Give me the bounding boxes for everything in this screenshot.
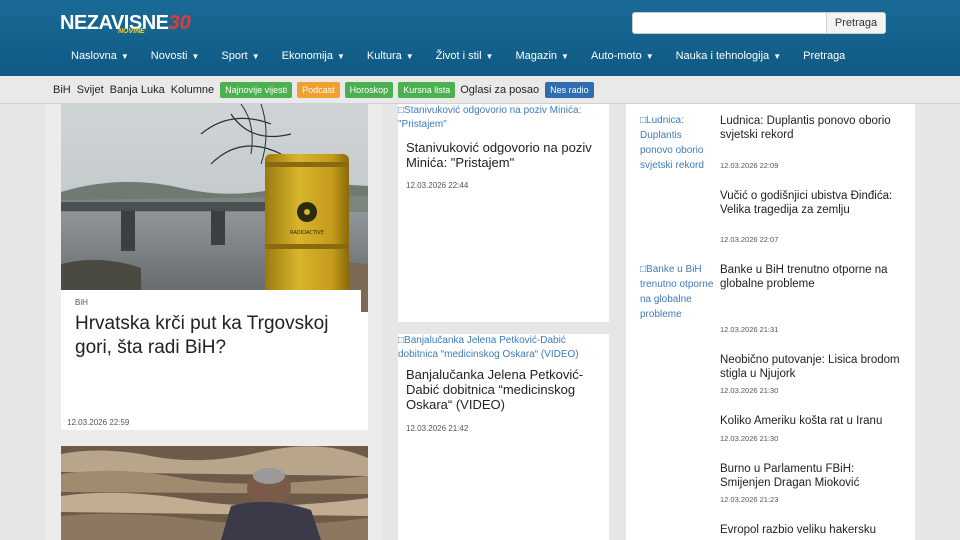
- nav-item-sport[interactable]: Sport ▼: [210, 48, 270, 64]
- nav-item-novosti[interactable]: Novosti ▼: [140, 48, 211, 64]
- nav-item-label: Kultura: [366, 50, 402, 62]
- main-nav: Naslovna ▼ Novosti ▼ Sport ▼ Ekonomija ▼ Kultura…: [60, 48, 856, 64]
- story-title[interactable]: Ludnica: Duplantis ponovo oborio svjetsk…: [720, 114, 900, 142]
- nav-item-label: Život i stil: [435, 50, 482, 62]
- story-image-alt[interactable]: □Stanivuković odgovorio na poziv Minića:…: [398, 104, 603, 132]
- featured-story-image[interactable]: RADIOACTIVE: [61, 104, 368, 312]
- nav-item-label: Nauka i tehnologija: [675, 50, 770, 62]
- story-title[interactable]: Evropol razbio veliku hakersku: [720, 523, 900, 537]
- search-form: Pretraga: [632, 12, 886, 34]
- subnav-link-kolumne[interactable]: Kolumne: [171, 80, 214, 100]
- nav-item-label: Ekonomija: [281, 50, 333, 62]
- story-time: 12.03.2026 21:42: [406, 424, 469, 433]
- nav-item-label: Naslovna: [71, 50, 117, 62]
- caret-down-icon: ▼: [773, 52, 782, 61]
- nav-item-label: Sport: [221, 50, 248, 62]
- logo-anniversary-number: 30: [168, 12, 191, 34]
- caret-down-icon: ▼: [645, 52, 654, 61]
- nav-item--ivot-i-stil[interactable]: Život i stil ▼: [425, 48, 505, 64]
- subnav-link-job-ads[interactable]: Oglasi za posao: [460, 80, 539, 100]
- story-image[interactable]: [61, 446, 368, 540]
- nav-item-label: Novosti: [150, 50, 188, 62]
- logo-subtext: NOVINE: [118, 28, 145, 35]
- subnav-badge-podcast[interactable]: Podcast: [297, 82, 340, 98]
- story-title[interactable]: Neobično putovanje: Lisica brodom stigla…: [720, 353, 900, 381]
- story-category[interactable]: BiH: [75, 298, 88, 307]
- featured-story-time: 12.03.2026 22:59: [67, 418, 130, 427]
- caret-down-icon: ▼: [191, 52, 200, 61]
- subnav-badge-kursna-lista[interactable]: Kursna lista: [398, 82, 456, 98]
- story-time: 12.03.2026 22:44: [406, 181, 469, 190]
- subnav-link-svijet[interactable]: Svijet: [77, 80, 104, 100]
- story-time: 12.03.2026 21:30: [720, 434, 779, 443]
- barrel-label: RADIOACTIVE: [290, 230, 324, 236]
- nav-item-kultura[interactable]: Kultura ▼: [356, 48, 425, 64]
- subnav-link-bih[interactable]: BiH: [53, 80, 71, 100]
- story-time: 12.03.2026 21:31: [720, 325, 779, 334]
- nav-item-ekonomija[interactable]: Ekonomija ▼: [271, 48, 356, 64]
- story-time: 12.03.2026 22:09: [720, 161, 779, 170]
- subnav-badge-najnovije-vijesti[interactable]: Najnovije vijesti: [220, 82, 293, 98]
- caret-down-icon: ▼: [561, 52, 569, 61]
- nav-item-nauka-i-tehnologija[interactable]: Nauka i tehnologija ▼: [665, 48, 793, 64]
- logo-text: NEZAVISNE: [60, 12, 169, 34]
- subnav-badge-radio[interactable]: Nes radio: [545, 82, 594, 98]
- subnav-badge-horoskop[interactable]: Horoskop: [344, 82, 394, 98]
- story-title[interactable]: Vučić o godišnjici ubistva Đinđića: Veli…: [720, 189, 900, 217]
- story-time: 12.03.2026 22:07: [720, 235, 779, 244]
- site-header: NEZAVISNE 30 NOVINE Pretraga Naslovna ▼ No…: [0, 0, 960, 76]
- story-card[interactable]: □Banjalučanka Jelena Petković-Dabić dobi…: [398, 334, 609, 540]
- nav-item-label: Auto-moto: [590, 50, 642, 62]
- story-time: 12.03.2026 21:30: [720, 386, 779, 395]
- story-image-alt[interactable]: □Banjalučanka Jelena Petković-Dabić dobi…: [398, 334, 603, 362]
- story-card[interactable]: □Stanivuković odgovorio na poziv Minića:…: [398, 104, 609, 322]
- secondary-nav: BiH Svijet Banja Luka Kolumne Najnovije vije…: [0, 76, 960, 104]
- subnav-link-banja-luka[interactable]: Banja Luka: [110, 80, 165, 100]
- search-button[interactable]: Pretraga: [826, 12, 886, 34]
- story-title[interactable]: Koliko Ameriku košta rat u Iranu: [720, 414, 900, 428]
- nav-item-label: Magazin: [515, 50, 558, 62]
- story-title[interactable]: Burno u Parlamentu FBiH: Smijenjen Draga…: [720, 462, 900, 490]
- search-input[interactable]: [632, 12, 826, 34]
- story-image-alt[interactable]: □Ludnica: Duplantis ponovo oborio svjets…: [640, 113, 715, 173]
- featured-story-title[interactable]: Hrvatska krči put ka Trgovskoj gori, šta…: [75, 312, 355, 360]
- featured-story-caption: BiH Hrvatska krči put ka Trgovskoj gori,…: [61, 290, 361, 430]
- caret-down-icon: ▼: [120, 52, 129, 61]
- story-time: 12.03.2026 21:23: [720, 495, 779, 504]
- caret-down-icon: ▼: [405, 52, 414, 61]
- story-title[interactable]: Banjalučanka Jelena Petković-Dabić dobit…: [406, 367, 604, 412]
- site-logo[interactable]: NEZAVISNE 30 NOVINE: [60, 11, 191, 35]
- story-title[interactable]: Stanivuković odgovorio na poziv Minića: …: [406, 140, 604, 170]
- nav-item-pretraga[interactable]: Pretraga: [792, 48, 856, 64]
- story-title[interactable]: Banke u BiH trenutno otporne na globalne…: [720, 263, 900, 291]
- nav-item-magazin[interactable]: Magazin ▼: [504, 48, 580, 64]
- featured-story-card[interactable]: RADIOACTIVE BiH Hrvatska krči put ka Trg…: [61, 104, 368, 430]
- nav-item-label: Pretraga: [803, 50, 846, 62]
- caret-down-icon: ▼: [336, 52, 345, 61]
- story-card[interactable]: [61, 446, 368, 540]
- caret-down-icon: ▼: [251, 52, 260, 61]
- nav-item-naslovna[interactable]: Naslovna ▼: [60, 48, 140, 64]
- caret-down-icon: ▼: [485, 52, 494, 61]
- story-image-alt[interactable]: □Banke u BiH trenutno otporne na globaln…: [640, 262, 715, 322]
- nav-item-auto-moto[interactable]: Auto-moto ▼: [580, 48, 665, 64]
